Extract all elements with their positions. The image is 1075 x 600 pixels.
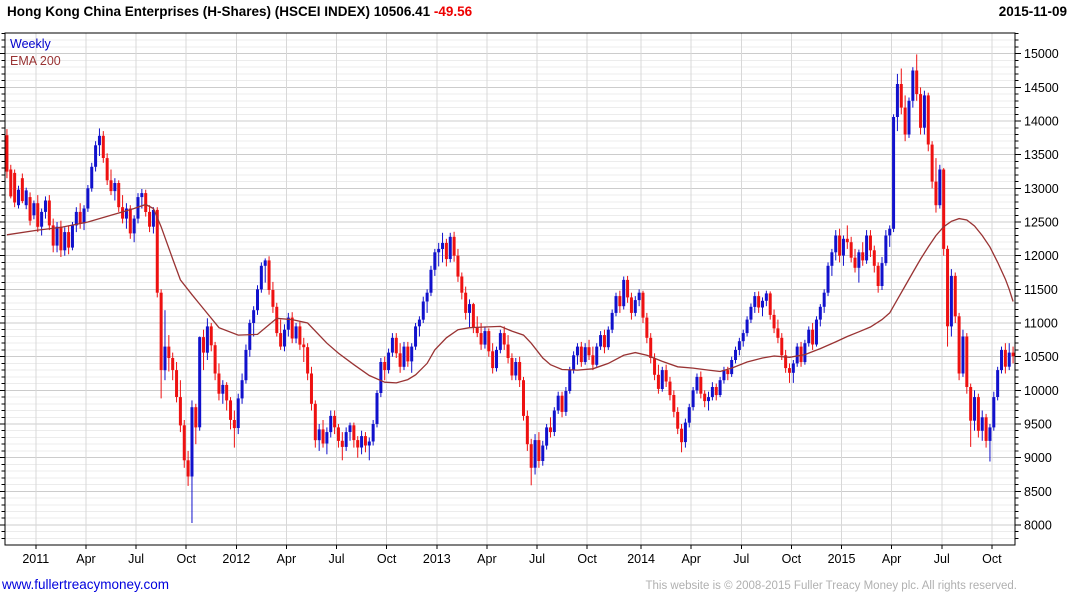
svg-text:Oct: Oct (577, 552, 597, 566)
price-chart: 15000 14500 14000 13500 13000 12500 12000 11500… (0, 0, 1075, 600)
svg-text:14000: 14000 (1024, 115, 1059, 129)
footer-site-link[interactable]: www.fullertreacymoney.com (2, 577, 169, 592)
svg-text:2015: 2015 (828, 552, 856, 566)
svg-text:Oct: Oct (377, 552, 397, 566)
svg-text:Jul: Jul (529, 552, 545, 566)
x-axis: 2011 Apr Jul Oct 2012 Apr Jul Oct 2013 Apr Jul Oct 2… (22, 545, 1002, 566)
legend-ema-200: EMA 200 (10, 53, 61, 70)
svg-text:Oct: Oct (176, 552, 196, 566)
svg-text:11000: 11000 (1024, 317, 1058, 331)
svg-text:8500: 8500 (1024, 485, 1052, 499)
copyright-text: This website is © 2008-2015 Fuller Treac… (645, 580, 1017, 592)
svg-text:10000: 10000 (1024, 384, 1059, 398)
svg-text:13000: 13000 (1024, 182, 1059, 196)
svg-text:Jul: Jul (934, 552, 950, 566)
svg-text:Apr: Apr (76, 552, 95, 566)
svg-text:Apr: Apr (681, 552, 700, 566)
svg-text:Apr: Apr (477, 552, 496, 566)
chart-window: Hong Kong China Enterprises (H-Shares) (… (0, 0, 1075, 600)
y-axis: 15000 14500 14000 13500 13000 12500 12000 11500… (0, 33, 1059, 538)
svg-text:Apr: Apr (882, 552, 901, 566)
svg-text:2011: 2011 (22, 552, 49, 566)
svg-text:2012: 2012 (222, 552, 250, 566)
svg-text:15000: 15000 (1024, 47, 1059, 61)
chart-legend: Weekly EMA 200 (10, 36, 61, 70)
svg-text:10500: 10500 (1024, 350, 1059, 364)
svg-text:Jul: Jul (329, 552, 345, 566)
svg-text:Oct: Oct (782, 552, 802, 566)
price-chart-svg: 15000 14500 14000 13500 13000 12500 12000 11500… (0, 0, 1075, 600)
svg-text:12000: 12000 (1024, 249, 1059, 263)
svg-text:11500: 11500 (1024, 283, 1058, 297)
svg-text:12500: 12500 (1024, 216, 1059, 230)
svg-text:2013: 2013 (423, 552, 451, 566)
svg-text:14500: 14500 (1024, 81, 1059, 95)
svg-text:8000: 8000 (1024, 519, 1052, 533)
svg-text:Jul: Jul (733, 552, 749, 566)
svg-text:Oct: Oct (982, 552, 1002, 566)
svg-text:9000: 9000 (1024, 451, 1052, 465)
svg-text:9500: 9500 (1024, 418, 1052, 432)
svg-text:Apr: Apr (277, 552, 296, 566)
svg-text:13500: 13500 (1024, 148, 1059, 162)
legend-weekly: Weekly (10, 36, 61, 53)
svg-text:Jul: Jul (128, 552, 144, 566)
svg-text:2014: 2014 (627, 552, 655, 566)
candles (5, 54, 1014, 523)
